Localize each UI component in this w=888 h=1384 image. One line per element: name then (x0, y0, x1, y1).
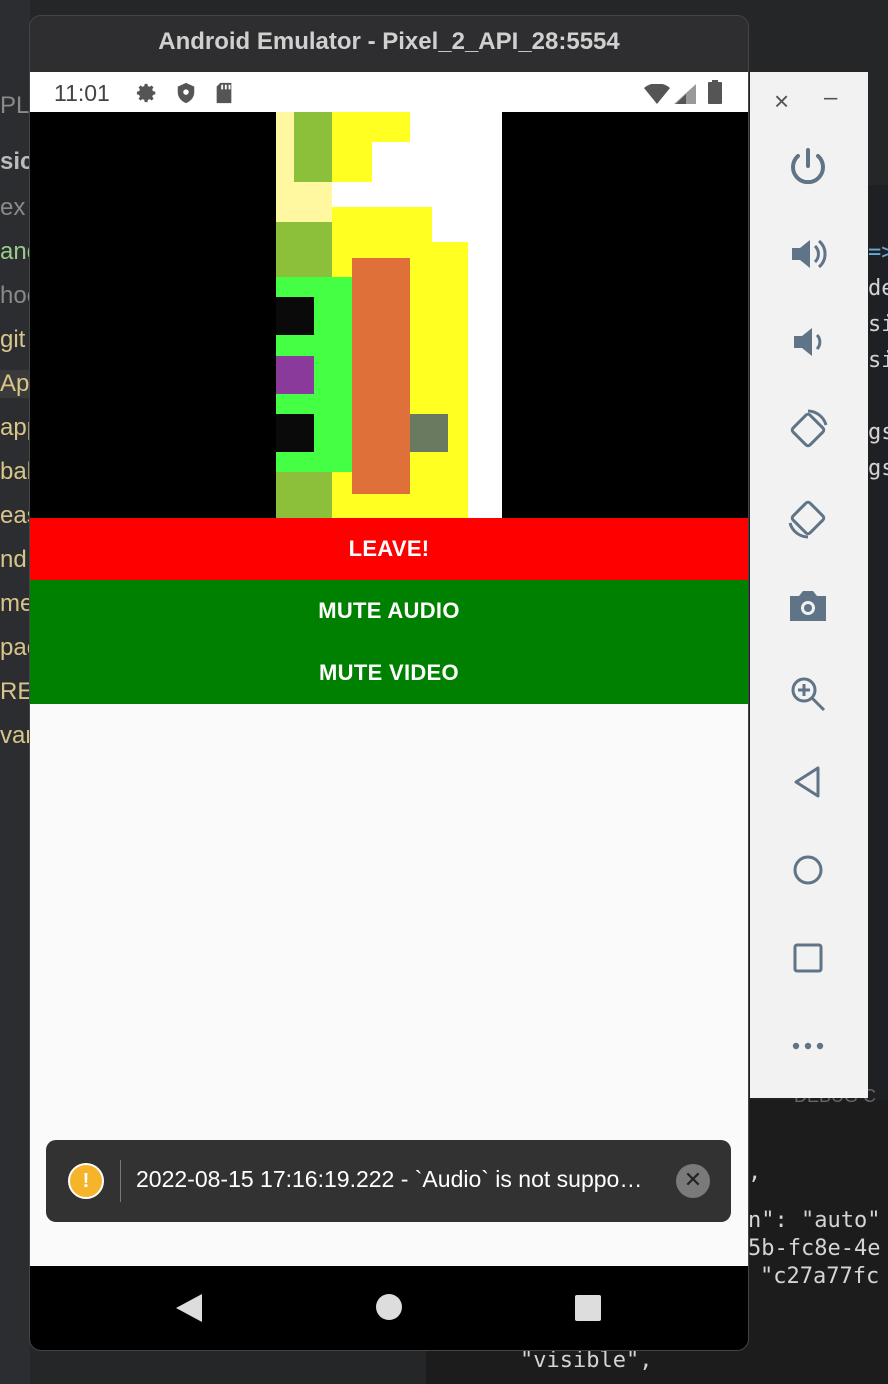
ide-fragment: de (868, 276, 888, 301)
rotate-right-icon[interactable] (784, 494, 832, 542)
video-preview (30, 112, 748, 518)
settings-icon (136, 82, 158, 109)
back-icon[interactable] (784, 758, 832, 806)
ide-fragment: Ap (0, 370, 30, 398)
ide-fragment: var (0, 722, 30, 749)
ide-fragment: "visible", (520, 1348, 653, 1373)
android-nav-bar (30, 1266, 748, 1350)
ide-fragment: me (0, 590, 30, 617)
wifi-icon (644, 83, 670, 109)
mute-video-button[interactable]: MUTE VIDEO (30, 642, 748, 704)
ide-fragment: bal (0, 458, 30, 485)
toolbar-minimize-button[interactable]: – (824, 84, 837, 112)
volume-down-icon[interactable] (784, 318, 832, 366)
more-icon[interactable] (784, 1022, 832, 1070)
nav-overview-icon[interactable] (575, 1295, 601, 1326)
ide-fragment: "c27a77fc (760, 1264, 880, 1289)
ide-fragment: pac (0, 634, 30, 661)
status-bar: 11:01 (30, 72, 748, 112)
toast-message: 2022-08-15 17:16:19.222 - `Audio` is not… (136, 1166, 643, 1192)
ide-fragment: and (0, 238, 30, 265)
ide-fragment: git (0, 326, 26, 353)
signal-icon (674, 84, 696, 109)
volume-up-icon[interactable] (784, 230, 832, 278)
ide-fragment: gs (868, 420, 888, 445)
ide-fragment: nd (0, 546, 27, 573)
ide-fragment: => (868, 240, 888, 265)
power-icon[interactable] (784, 142, 832, 190)
warning-icon: ! (68, 1163, 104, 1199)
ide-fragment: , (748, 1160, 762, 1185)
toast-divider (120, 1160, 121, 1202)
ide-fragment: PLO (0, 92, 30, 119)
ide-fragment: hoo (0, 282, 30, 309)
shield-icon (175, 82, 197, 109)
ide-fragment: 5b-fc8e-4e (748, 1236, 881, 1261)
nav-back-icon[interactable] (176, 1294, 202, 1327)
ide-fragment: gs (868, 456, 888, 481)
device-screen: 11:01 LEAVE! MUTE AUDIO MUTE VIDEO ! 202… (30, 72, 748, 1350)
emulator-toolbar: × – (750, 72, 868, 1098)
ide-fragment: ex (0, 194, 26, 221)
battery-icon (708, 80, 722, 109)
emulator-window: Android Emulator - Pixel_2_API_28:5554 1… (29, 15, 749, 1351)
rotate-left-icon[interactable] (784, 406, 832, 454)
toast-notification: ! 2022-08-15 17:16:19.222 - `Audio` is n… (46, 1140, 731, 1222)
mute-audio-button[interactable]: MUTE AUDIO (30, 580, 748, 642)
ide-fragment: sic (0, 148, 30, 175)
ide-fragment: si (868, 312, 888, 337)
status-time: 11:01 (54, 80, 110, 106)
close-icon[interactable]: ✕ (676, 1164, 710, 1198)
ide-fragment: n": "auto" (748, 1208, 881, 1233)
ide-fragment: app (0, 414, 30, 441)
ide-fragment: eas (0, 502, 30, 529)
ide-fragment: si (868, 348, 888, 373)
sd-card-icon (214, 82, 234, 109)
toolbar-close-button[interactable]: × (774, 86, 789, 117)
home-icon[interactable] (784, 846, 832, 894)
emulator-title: Android Emulator - Pixel_2_API_28:5554 (30, 16, 748, 72)
camera-icon[interactable] (784, 582, 832, 630)
zoom-icon[interactable] (784, 670, 832, 718)
ide-fragment: REA (0, 678, 30, 705)
overview-icon[interactable] (784, 934, 832, 982)
nav-home-icon[interactable] (376, 1294, 402, 1325)
leave-button[interactable]: LEAVE! (30, 518, 748, 580)
